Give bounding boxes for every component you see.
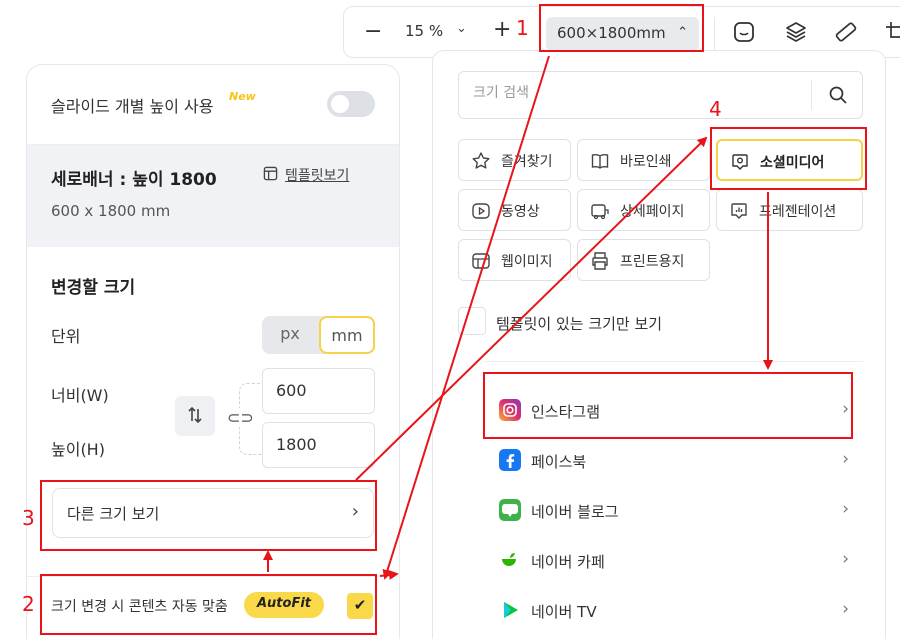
- size-item-naver-cafe[interactable]: 네이버 카페 ›: [483, 539, 863, 583]
- category-label: 프레젠테이션: [759, 204, 837, 220]
- size-search-input[interactable]: [473, 85, 793, 101]
- sticker-icon[interactable]: [732, 20, 758, 46]
- size-item-label: 네이버 TV: [531, 603, 597, 621]
- unit-px-option[interactable]: px: [262, 316, 318, 354]
- autofit-checkbox[interactable]: ✔: [347, 593, 373, 619]
- chevron-up-icon: ⌃: [677, 25, 688, 40]
- slide-height-row: 슬라이드 개별 높이 사용 New: [27, 65, 399, 145]
- category-print-paper[interactable]: 프린트용지: [577, 239, 710, 281]
- toolbar-divider: [714, 17, 715, 51]
- zoom-level[interactable]: 15 %: [405, 22, 443, 40]
- chevron-right-icon: ›: [842, 449, 849, 469]
- chevron-right-icon: ›: [351, 501, 359, 522]
- height-label: 높이(H): [51, 440, 105, 459]
- size-item-naver-blog[interactable]: 네이버 블로그 ›: [483, 489, 863, 533]
- width-label: 너비(W): [51, 386, 109, 405]
- size-item-facebook[interactable]: 페이스북 ›: [483, 439, 863, 483]
- layers-icon[interactable]: [784, 20, 810, 46]
- chevron-right-icon: ›: [842, 549, 849, 569]
- detail-page-icon: [590, 201, 610, 225]
- web-image-icon: [471, 251, 491, 275]
- height-input[interactable]: 1800: [262, 422, 375, 468]
- chevron-right-icon: ›: [842, 599, 849, 619]
- category-social-media[interactable]: 소셜미디어: [716, 139, 863, 181]
- size-item-label: 네이버 카페: [531, 553, 605, 571]
- size-item-label: 네이버 블로그: [531, 503, 619, 521]
- size-item-naver-tv[interactable]: 네이버 TV ›: [483, 589, 863, 633]
- crop-icon[interactable]: [884, 20, 900, 46]
- size-search-box: [458, 71, 863, 119]
- presentation-icon: [729, 201, 749, 225]
- template-view-label: 템플릿보기: [285, 168, 350, 184]
- size-item-instagram[interactable]: 인스타그램 ›: [483, 389, 863, 433]
- category-presentation[interactable]: 프레젠테이션: [716, 189, 863, 231]
- size-dropdown: 즐겨찾기 바로인쇄 소셜미디어 동영상 상세페이지 프레젠테이션 웹이미지 프린…: [432, 50, 886, 639]
- template-only-label: 템플릿이 있는 크기만 보기: [496, 315, 663, 333]
- autofit-label: 크기 변경 시 콘텐츠 자동 맞춤: [51, 599, 228, 615]
- printer-icon: [590, 251, 610, 275]
- size-item-label: 페이스북: [531, 453, 587, 471]
- facebook-icon: [499, 449, 521, 471]
- size-item-label: 인스타그램: [531, 403, 601, 421]
- slide-height-toggle[interactable]: [327, 91, 375, 117]
- category-label: 웹이미지: [501, 254, 553, 270]
- current-size-dimensions: 600 x 1800 mm: [51, 202, 171, 220]
- unit-label: 단위: [51, 327, 81, 346]
- category-label: 동영상: [501, 204, 540, 220]
- naver-blog-icon: [499, 499, 521, 521]
- width-input[interactable]: 600: [262, 368, 375, 414]
- divider: [27, 576, 399, 577]
- book-icon: [590, 151, 610, 175]
- category-label: 바로인쇄: [620, 154, 672, 170]
- template-view-link[interactable]: 템플릿보기: [263, 165, 350, 185]
- social-icon: [730, 152, 750, 176]
- other-size-button[interactable]: 다른 크기 보기 ›: [52, 488, 374, 538]
- search-divider: [811, 80, 812, 110]
- unit-mm-option[interactable]: mm: [319, 316, 375, 354]
- canvas-size-button[interactable]: 600×1800mm ⌃: [546, 17, 699, 51]
- unit-selector: px mm: [262, 316, 375, 354]
- autofit-badge: AutoFit: [244, 592, 324, 618]
- zoom-out-button[interactable]: −: [364, 19, 382, 44]
- chevron-right-icon: ›: [842, 499, 849, 519]
- naver-cafe-icon: [499, 549, 521, 571]
- zoom-in-button[interactable]: +: [493, 17, 511, 42]
- zoom-dropdown-chevron-icon[interactable]: ⌄: [456, 21, 467, 36]
- play-icon: [471, 201, 491, 225]
- template-only-checkbox[interactable]: [458, 307, 486, 335]
- ruler-icon[interactable]: [834, 20, 860, 46]
- category-label: 프린트용지: [620, 254, 685, 270]
- category-video[interactable]: 동영상: [458, 189, 571, 231]
- category-label: 소셜미디어: [760, 155, 825, 171]
- canvas-size-label: 600×1800mm: [557, 24, 666, 42]
- swap-icon: [188, 406, 202, 424]
- category-detail-page[interactable]: 상세페이지: [577, 189, 710, 231]
- check-icon: ✔: [353, 596, 367, 614]
- other-size-label: 다른 크기 보기: [67, 505, 160, 523]
- naver-tv-icon: [499, 599, 521, 621]
- current-size-title: 세로배너 : 높이 1800: [51, 170, 217, 190]
- template-icon: [263, 166, 278, 181]
- toggle-knob: [331, 95, 349, 113]
- slide-height-label: 슬라이드 개별 높이 사용: [51, 97, 214, 116]
- star-icon: [471, 151, 491, 175]
- instagram-icon: [499, 399, 521, 421]
- swap-dimensions-button[interactable]: [175, 396, 215, 436]
- dropdown-divider: [483, 361, 863, 362]
- section-title: 변경할 크기: [51, 278, 136, 298]
- category-label: 즐겨찾기: [501, 154, 553, 170]
- search-icon[interactable]: [828, 85, 848, 109]
- resize-panel: 슬라이드 개별 높이 사용 New 세로배너 : 높이 1800 600 x 1…: [26, 64, 400, 639]
- current-size-info: 세로배너 : 높이 1800 600 x 1800 mm 템플릿보기: [27, 145, 399, 247]
- category-web-image[interactable]: 웹이미지: [458, 239, 571, 281]
- category-label: 상세페이지: [620, 204, 685, 220]
- chevron-right-icon: ›: [842, 399, 849, 419]
- new-badge: New: [229, 90, 256, 103]
- category-print[interactable]: 바로인쇄: [577, 139, 710, 181]
- category-favorites[interactable]: 즐겨찾기: [458, 139, 571, 181]
- ratio-link-icon[interactable]: ⊂⊃: [227, 408, 254, 427]
